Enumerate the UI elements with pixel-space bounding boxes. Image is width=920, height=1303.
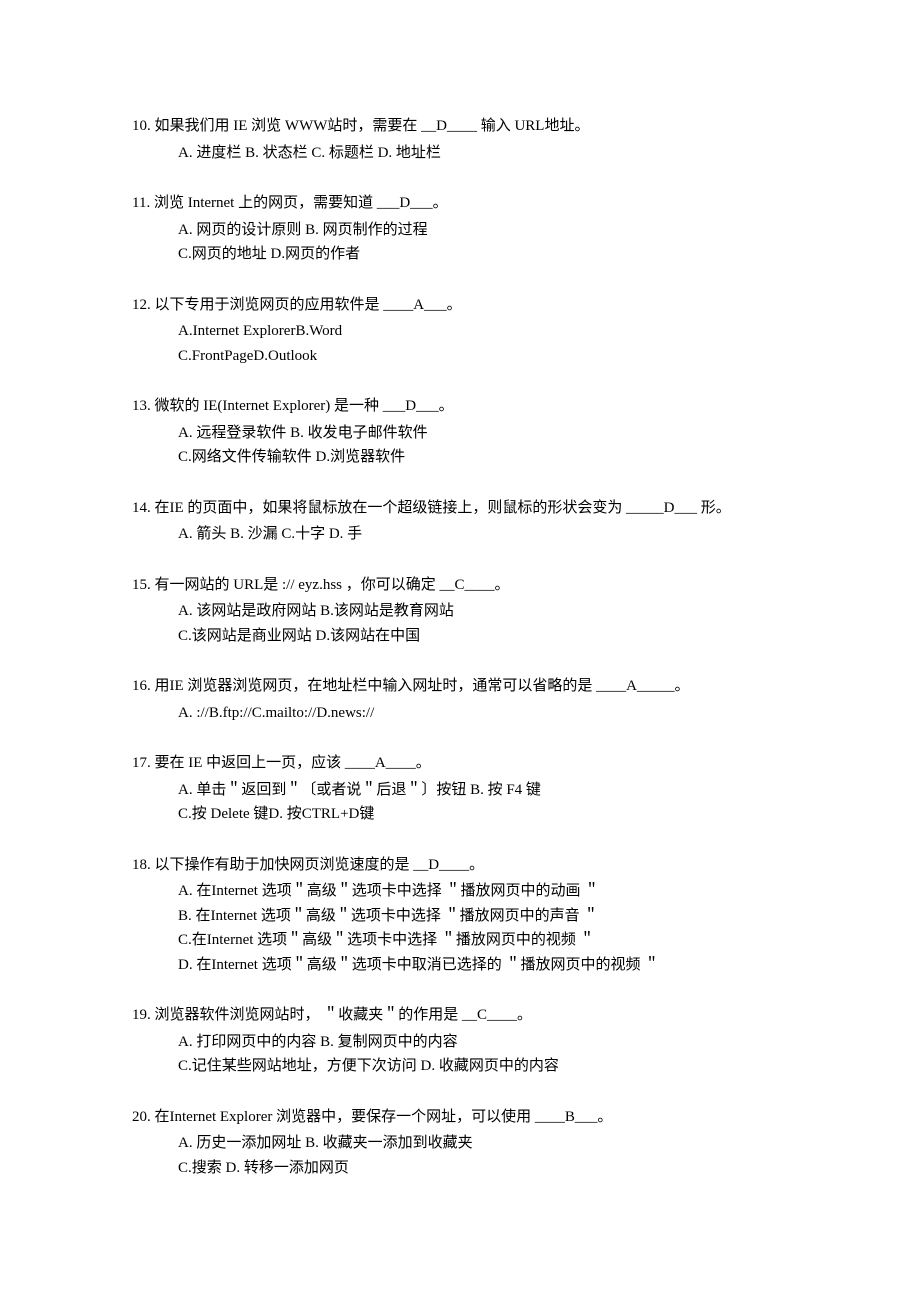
option-line: A. 网页的设计原则 B. 网页制作的过程 [178, 219, 810, 242]
question-number: 16. [132, 678, 151, 694]
question-15: 15. 有一网站的 URL是 :// eyz.hss ，你可以确定 __C___… [132, 574, 810, 648]
question-stem-text: 在Internet Explorer 浏览器中，要保存一个网址，可以使用 ___… [151, 1109, 613, 1125]
question-stem: 20. 在Internet Explorer 浏览器中，要保存一个网址，可以使用… [132, 1106, 810, 1129]
question-number: 14. [132, 500, 151, 516]
option-line: C.在Internet 选项＂高级＂选项卡中选择 ＂播放网页中的视频 ＂ [178, 929, 810, 952]
question-stem: 14. 在IE 的页面中，如果将鼠标放在一个超级链接上，则鼠标的形状会变为 __… [132, 497, 810, 520]
question-14: 14. 在IE 的页面中，如果将鼠标放在一个超级链接上，则鼠标的形状会变为 __… [132, 497, 810, 546]
option-line: A. 在Internet 选项＂高级＂选项卡中选择 ＂播放网页中的动画 ＂ [178, 880, 810, 903]
question-20: 20. 在Internet Explorer 浏览器中，要保存一个网址，可以使用… [132, 1106, 810, 1180]
question-stem: 16. 用IE 浏览器浏览网页，在地址栏中输入网址时，通常可以省略的是 ____… [132, 675, 810, 698]
question-options: A. 远程登录软件 B. 收发电子邮件软件C.网络文件传输软件 D.浏览器软件 [132, 422, 810, 469]
question-options: A. 网页的设计原则 B. 网页制作的过程C.网页的地址 D.网页的作者 [132, 219, 810, 266]
question-stem: 17. 要在 IE 中返回上一页，应该 ____A____。 [132, 752, 810, 775]
question-17: 17. 要在 IE 中返回上一页，应该 ____A____。 A. 单击＂返回到＂… [132, 752, 810, 826]
question-13: 13. 微软的 IE(Internet Explorer) 是一种 ___D__… [132, 395, 810, 469]
question-18: 18. 以下操作有助于加快网页浏览速度的是 __D____。 A. 在Intern… [132, 854, 810, 977]
question-options: A. 打印网页中的内容 B. 复制网页中的内容C.记住某些网站地址，方便下次访问… [132, 1031, 810, 1078]
option-line: C.按 Delete 键D. 按CTRL+D键 [178, 803, 810, 826]
option-line: A.Internet ExplorerB.Word [178, 320, 810, 343]
question-number: 12. [132, 297, 151, 313]
question-19: 19. 浏览器软件浏览网站时， ＂收藏夹＂的作用是 __C____。 A. 打印网… [132, 1004, 810, 1078]
option-line: A. 历史一添加网址 B. 收藏夹一添加到收藏夹 [178, 1132, 810, 1155]
question-16: 16. 用IE 浏览器浏览网页，在地址栏中输入网址时，通常可以省略的是 ____… [132, 675, 810, 724]
question-number: 17. [132, 755, 151, 771]
question-number: 11. [132, 195, 150, 211]
question-stem: 19. 浏览器软件浏览网站时， ＂收藏夹＂的作用是 __C____。 [132, 1004, 810, 1027]
question-stem-text: 用IE 浏览器浏览网页，在地址栏中输入网址时，通常可以省略的是 ____A___… [151, 678, 690, 694]
option-line: C.网页的地址 D.网页的作者 [178, 243, 810, 266]
question-stem-text: 在IE 的页面中，如果将鼠标放在一个超级链接上，则鼠标的形状会变为 _____D… [151, 500, 731, 516]
question-stem: 12. 以下专用于浏览网页的应用软件是 ____A___。 [132, 294, 810, 317]
option-line: A. 远程登录软件 B. 收发电子邮件软件 [178, 422, 810, 445]
question-stem: 18. 以下操作有助于加快网页浏览速度的是 __D____。 [132, 854, 810, 877]
question-10: 10. 如果我们用 IE 浏览 WWW站时，需要在 __D____ 输入 URL… [132, 115, 810, 164]
question-number: 20. [132, 1109, 151, 1125]
option-line: C.网络文件传输软件 D.浏览器软件 [178, 446, 810, 469]
question-options: A. 进度栏 B. 状态栏 C. 标题栏 D. 地址栏 [132, 142, 810, 165]
question-stem: 10. 如果我们用 IE 浏览 WWW站时，需要在 __D____ 输入 URL… [132, 115, 810, 138]
option-line: A. 打印网页中的内容 B. 复制网页中的内容 [178, 1031, 810, 1054]
question-stem: 13. 微软的 IE(Internet Explorer) 是一种 ___D__… [132, 395, 810, 418]
option-line: C.搜索 D. 转移一添加网页 [178, 1157, 810, 1180]
question-number: 19. [132, 1007, 151, 1023]
option-line: C.该网站是商业网站 D.该网站在中国 [178, 625, 810, 648]
question-stem-text: 微软的 IE(Internet Explorer) 是一种 ___D___。 [151, 398, 454, 414]
question-options: A. 该网站是政府网站 B.该网站是教育网站C.该网站是商业网站 D.该网站在中… [132, 600, 810, 647]
question-stem-text: 以下操作有助于加快网页浏览速度的是 __D____。 [151, 857, 484, 873]
option-line: A. 单击＂返回到＂〔或者说＂后退＂〕按钮 B. 按 F4 键 [178, 779, 810, 802]
option-line: C.FrontPageD.Outlook [178, 345, 810, 368]
question-options: A. 单击＂返回到＂〔或者说＂后退＂〕按钮 B. 按 F4 键C.按 Delet… [132, 779, 810, 826]
question-stem-text: 要在 IE 中返回上一页，应该 ____A____。 [151, 755, 431, 771]
question-stem-text: 浏览器软件浏览网站时， ＂收藏夹＂的作用是 __C____。 [151, 1007, 532, 1023]
option-line: B. 在Internet 选项＂高级＂选项卡中选择 ＂播放网页中的声音 ＂ [178, 905, 810, 928]
question-stem-text: 浏览 Internet 上的网页，需要知道 ___D___。 [150, 195, 447, 211]
question-stem-text: 以下专用于浏览网页的应用软件是 ____A___。 [151, 297, 462, 313]
question-stem: 11. 浏览 Internet 上的网页，需要知道 ___D___。 [132, 192, 810, 215]
question-options: A.Internet ExplorerB.WordC.FrontPageD.Ou… [132, 320, 810, 367]
question-stem: 15. 有一网站的 URL是 :// eyz.hss ，你可以确定 __C___… [132, 574, 810, 597]
option-line: A. 箭头 B. 沙漏 C.十字 D. 手 [178, 523, 810, 546]
option-line: D. 在Internet 选项＂高级＂选项卡中取消已选择的 ＂播放网页中的视频 … [178, 954, 810, 977]
question-options: A. 在Internet 选项＂高级＂选项卡中选择 ＂播放网页中的动画 ＂B. … [132, 880, 810, 976]
question-number: 13. [132, 398, 151, 414]
question-number: 10. [132, 118, 151, 134]
option-line: C.记住某些网站地址，方便下次访问 D. 收藏网页中的内容 [178, 1055, 810, 1078]
question-number: 15. [132, 577, 151, 593]
question-stem-text: 如果我们用 IE 浏览 WWW站时，需要在 __D____ 输入 URL地址。 [151, 118, 590, 134]
page-container: 10. 如果我们用 IE 浏览 WWW站时，需要在 __D____ 输入 URL… [0, 0, 920, 1303]
question-stem-text: 有一网站的 URL是 :// eyz.hss ，你可以确定 __C____。 [151, 577, 510, 593]
option-line: A. ://B.ftp://C.mailto://D.news:// [178, 702, 810, 725]
option-line: A. 该网站是政府网站 B.该网站是教育网站 [178, 600, 810, 623]
question-options: A. ://B.ftp://C.mailto://D.news:// [132, 702, 810, 725]
option-line: A. 进度栏 B. 状态栏 C. 标题栏 D. 地址栏 [178, 142, 810, 165]
question-12: 12. 以下专用于浏览网页的应用软件是 ____A___。 A.Internet … [132, 294, 810, 368]
question-number: 18. [132, 857, 151, 873]
question-options: A. 箭头 B. 沙漏 C.十字 D. 手 [132, 523, 810, 546]
question-options: A. 历史一添加网址 B. 收藏夹一添加到收藏夹C.搜索 D. 转移一添加网页 [132, 1132, 810, 1179]
question-11: 11. 浏览 Internet 上的网页，需要知道 ___D___。 A. 网页的… [132, 192, 810, 266]
